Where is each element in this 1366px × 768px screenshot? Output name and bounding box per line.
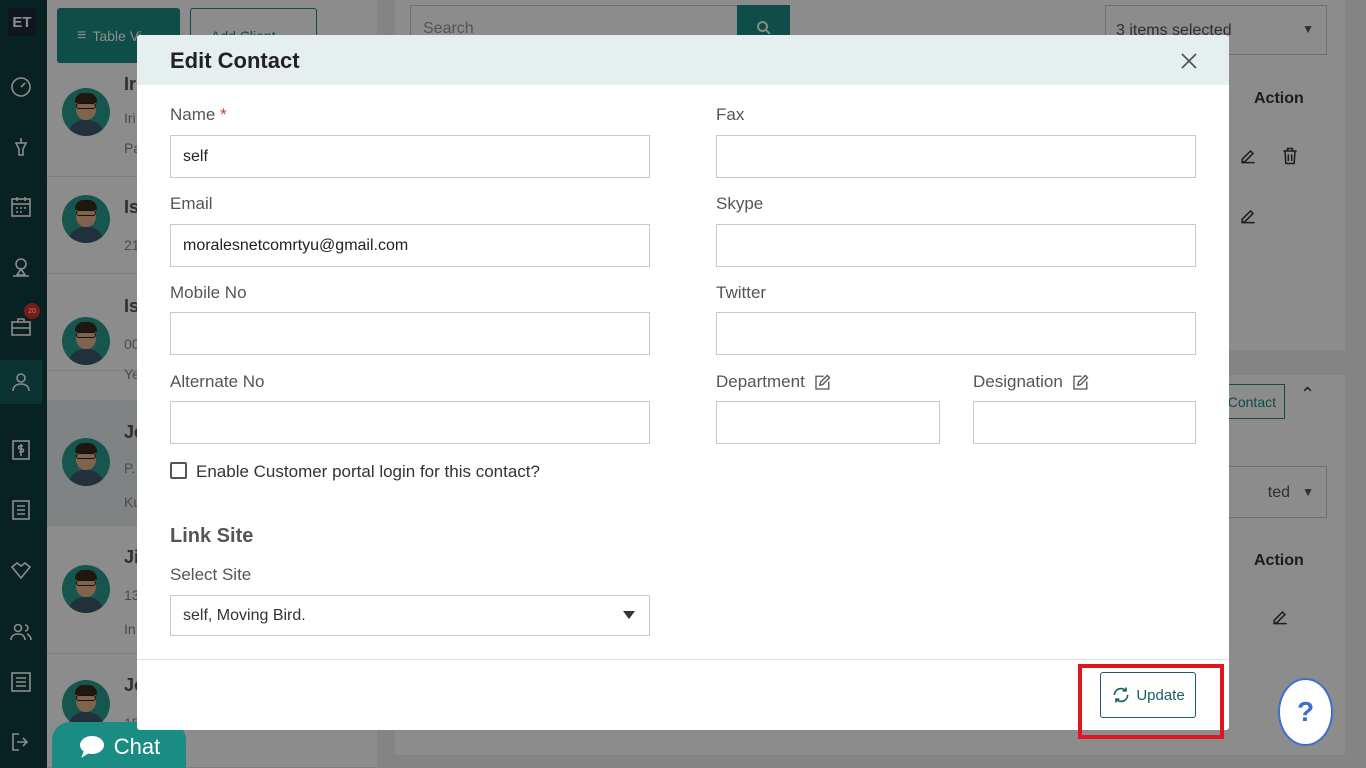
email-label: Email — [170, 194, 213, 213]
alternate-field[interactable] — [170, 401, 650, 444]
modal-title: Edit Contact — [170, 48, 300, 73]
footer-divider — [137, 659, 1229, 660]
portal-login-label: Enable Customer portal login for this co… — [196, 462, 540, 481]
mobile-field[interactable] — [170, 312, 650, 355]
skype-field[interactable] — [716, 224, 1196, 267]
alternate-label: Alternate No — [170, 372, 265, 391]
fax-label: Fax — [716, 105, 745, 124]
help-button[interactable]: ? — [1278, 678, 1333, 746]
link-site-title: Link Site — [170, 525, 254, 547]
designation-label: Designation — [973, 372, 1089, 392]
select-site-label: Select Site — [170, 565, 252, 584]
edit-department-icon[interactable] — [813, 374, 831, 392]
edit-designation-icon[interactable] — [1071, 374, 1089, 392]
mobile-label: Mobile No — [170, 283, 247, 302]
highlight-box — [1078, 664, 1224, 739]
skype-label: Skype — [716, 194, 764, 213]
caret-down-icon — [623, 611, 635, 619]
modal-header: Edit Contact — [137, 35, 1229, 85]
department-field[interactable] — [716, 401, 940, 444]
designation-field[interactable] — [973, 401, 1196, 444]
twitter-label: Twitter — [716, 283, 767, 302]
name-label: Name * — [170, 105, 227, 124]
close-icon[interactable] — [1177, 49, 1201, 73]
portal-login-checkbox[interactable] — [170, 462, 187, 479]
twitter-field[interactable] — [716, 312, 1196, 355]
email-field[interactable] — [170, 224, 650, 267]
chat-bubble-icon — [79, 736, 104, 758]
department-label: Department — [716, 372, 831, 392]
edit-contact-modal: Edit Contact Name * Email Mobile No Alte… — [137, 35, 1229, 730]
select-site-dropdown[interactable]: self, Moving Bird. — [170, 595, 650, 636]
name-field[interactable] — [170, 135, 650, 178]
fax-field[interactable] — [716, 135, 1196, 178]
